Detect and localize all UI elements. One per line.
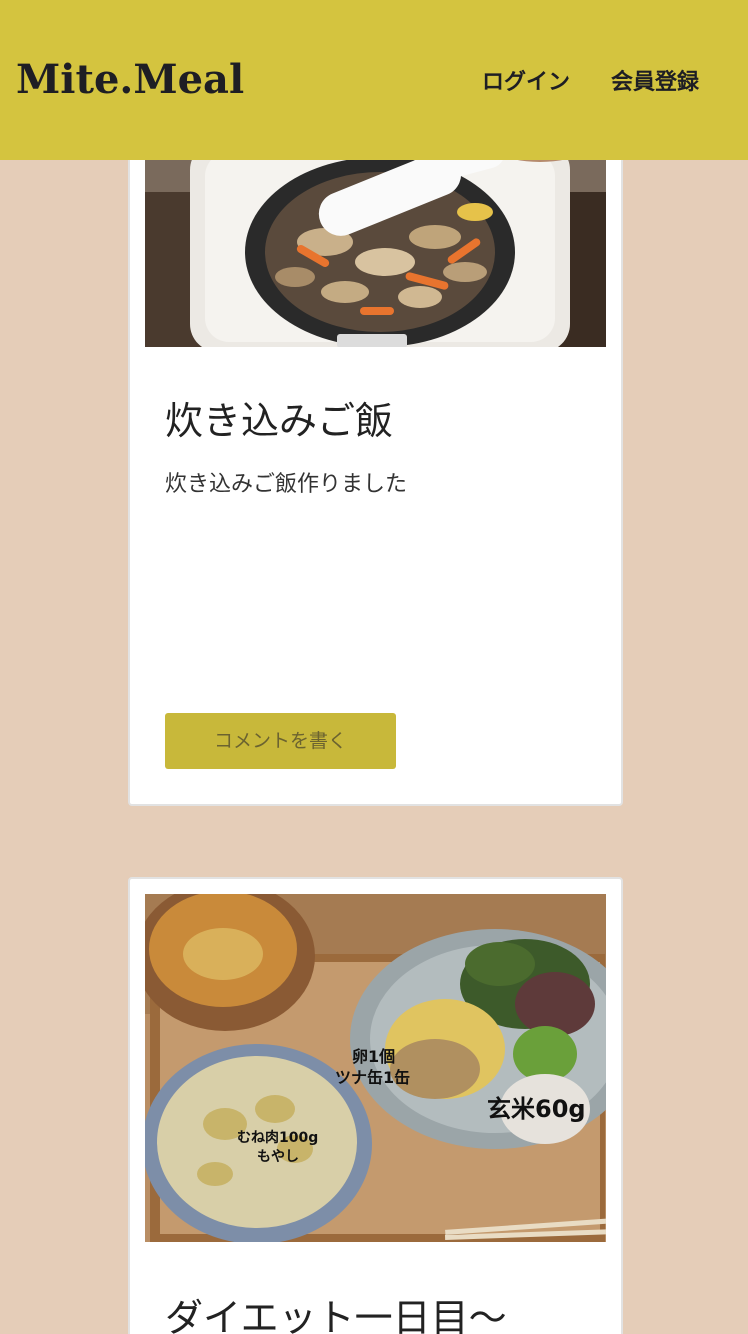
egg-label: 卵1個	[352, 1047, 396, 1066]
post-body: 炊き込みご飯作りました	[165, 472, 408, 497]
register-link[interactable]: 会員登録	[611, 64, 699, 96]
post-title: ダイエット一日目〜	[165, 1296, 507, 1334]
tuna-label: ツナ缶1缶	[335, 1068, 411, 1087]
write-comment-button[interactable]: コメントを書く	[165, 713, 396, 769]
post-card: 卵1個 ツナ缶1缶 玄米60g むね肉100g もやし ダイエット一日目〜	[128, 877, 623, 1334]
site-header: Mite.Meal ログイン 会員登録	[0, 0, 748, 160]
chicken-label: むね肉100g	[237, 1130, 319, 1146]
post-card: 炊き込みご飯 炊き込みご飯作りました コメントを書く	[128, 100, 623, 806]
brown-rice-label: 玄米60g	[487, 1095, 586, 1123]
post-title: 炊き込みご飯	[165, 399, 394, 443]
sprouts-label: もやし	[257, 1149, 299, 1165]
site-logo[interactable]: Mite.Meal	[16, 56, 244, 103]
login-link[interactable]: ログイン	[482, 64, 570, 96]
post-photo: 卵1個 ツナ缶1缶 玄米60g むね肉100g もやし	[145, 894, 606, 1242]
